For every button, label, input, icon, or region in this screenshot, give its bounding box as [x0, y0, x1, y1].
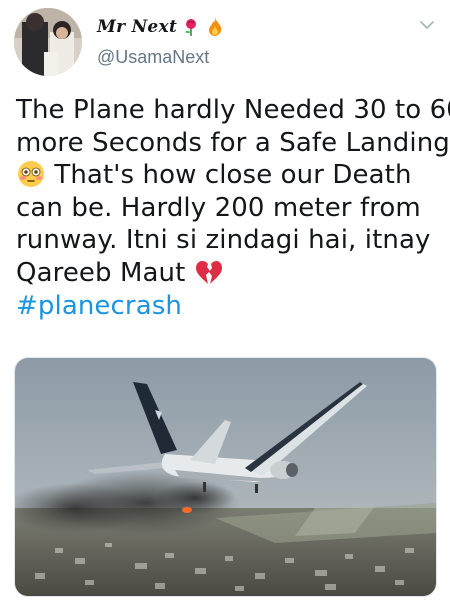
tweet-line: can be. Hardly 200 meter from [16, 192, 421, 223]
broken-heart-icon [194, 257, 224, 287]
tweet-line: That's how close our Death [16, 159, 436, 192]
author-name-row[interactable]: Mr Next [97, 13, 225, 41]
tweet-line-text: That's how close our Death [54, 160, 412, 191]
tweet-line: more Seconds for a Safe Landing [16, 127, 450, 158]
tweet-line: #planecrash [16, 290, 436, 323]
fire-icon [205, 17, 225, 37]
tweet-card: Mr Next @UsamaNext The Plane hardly Need… [0, 0, 450, 603]
tweet-line: The Plane hardly Needed 30 to 60 [16, 95, 450, 125]
hashtag-link[interactable]: #planecrash [16, 291, 182, 321]
rose-icon [181, 17, 201, 37]
tweet-line: Qareeb Maut [16, 257, 436, 290]
chevron-down-icon[interactable] [416, 16, 438, 34]
avatar[interactable] [14, 8, 82, 76]
tweet-line: runway. Itni si zindagi hai, itnay [16, 225, 431, 256]
tweet-media-image[interactable] [14, 357, 437, 597]
tweet-text: The Plane hardly Needed 30 to 60 more Se… [16, 94, 450, 323]
user-handle[interactable]: @UsamaNext [97, 47, 209, 68]
flushed-face-icon [16, 159, 46, 189]
display-name[interactable]: Mr Next [97, 17, 177, 37]
tweet-line-text: Qareeb Maut [16, 257, 186, 288]
